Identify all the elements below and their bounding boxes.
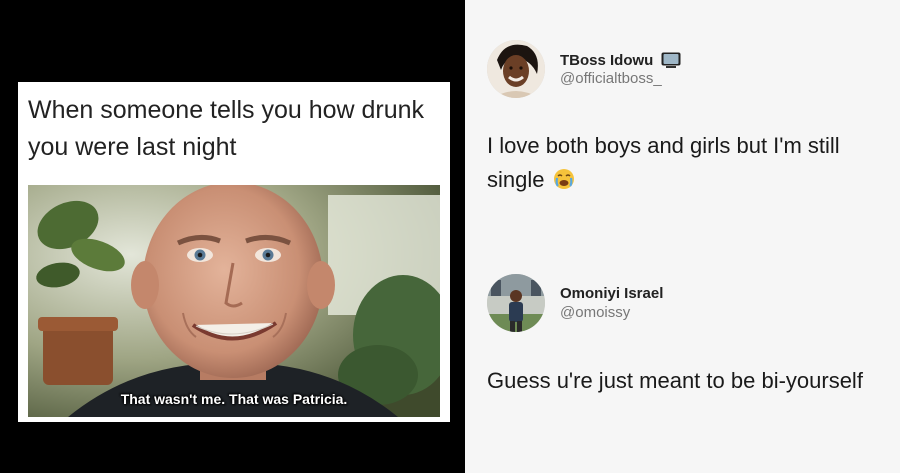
meme-caption: When someone tells you how drunk you wer… xyxy=(28,96,425,161)
meme-panel: When someone tells you how drunk you wer… xyxy=(0,0,465,473)
tweet-text-2: Guess u're just meant to be bi-yourself xyxy=(487,368,863,393)
tweet-header-2: Omoniyi Israel @omoissy xyxy=(487,274,887,334)
movie-still-image: That wasn't me. That was Patricia. xyxy=(28,185,440,417)
movie-subtitle: That wasn't me. That was Patricia. xyxy=(120,391,348,407)
tv-icon xyxy=(661,52,681,68)
tweets-panel: TBoss Idowu @officialtboss_ I love both … xyxy=(465,0,900,473)
user-handle[interactable]: @omoissy xyxy=(560,304,630,321)
meme-card: When someone tells you how drunk you wer… xyxy=(18,82,450,422)
man-avatar-icon xyxy=(487,274,545,332)
tweet-text-1: I love both boys and girls but I'm still… xyxy=(487,129,887,197)
crying-face-icon xyxy=(553,169,574,189)
woman-avatar-icon xyxy=(487,40,545,98)
smiling-man-illustration xyxy=(28,185,440,417)
user-name-text: TBoss Idowu xyxy=(560,52,654,69)
avatar[interactable] xyxy=(487,274,545,332)
avatar[interactable] xyxy=(487,40,545,98)
user-name[interactable]: TBoss Idowu xyxy=(560,51,681,69)
tweet-header-1: TBoss Idowu @officialtboss_ xyxy=(487,40,887,100)
user-handle[interactable]: @officialtboss_ xyxy=(560,70,662,87)
tweet-body: I love both boys and girls but I'm still… xyxy=(487,133,840,192)
user-name[interactable]: Omoniyi Israel xyxy=(560,285,663,302)
